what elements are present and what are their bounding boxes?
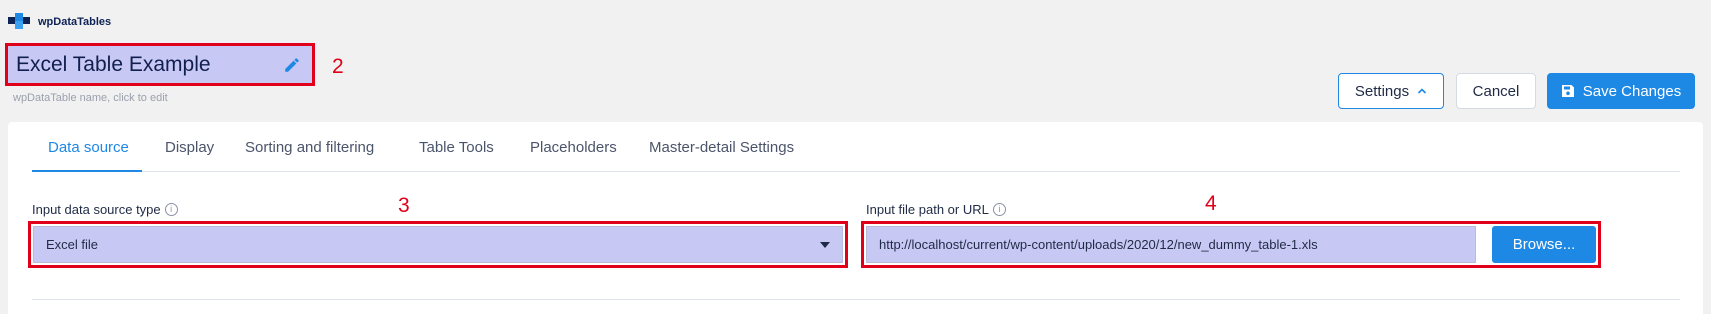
table-title[interactable]: Excel Table Example bbox=[16, 53, 282, 77]
settings-button[interactable]: Settings bbox=[1338, 73, 1444, 109]
divider bbox=[32, 299, 1680, 300]
pencil-icon[interactable] bbox=[282, 55, 302, 75]
data-source-type-value: Excel file bbox=[46, 237, 99, 252]
data-source-type-highlight: Excel file bbox=[28, 221, 848, 268]
cancel-button-label: Cancel bbox=[1472, 82, 1520, 100]
info-icon[interactable]: i bbox=[164, 203, 178, 216]
annotation-marker-3: 3 bbox=[398, 194, 410, 217]
file-path-label: Input file path or URL i bbox=[866, 202, 1006, 217]
save-icon bbox=[1561, 85, 1574, 97]
annotation-marker-2: 2 bbox=[332, 55, 344, 78]
file-path-input[interactable]: http://localhost/current/wp-content/uplo… bbox=[866, 226, 1476, 263]
data-source-type-label: Input data source type i bbox=[32, 202, 178, 217]
tab-master-detail-settings[interactable]: Master-detail Settings bbox=[649, 139, 794, 156]
tab-sorting-and-filtering[interactable]: Sorting and filtering bbox=[245, 139, 374, 156]
browse-button[interactable]: Browse... bbox=[1492, 226, 1596, 263]
info-icon[interactable]: i bbox=[992, 203, 1006, 216]
tab-table-tools[interactable]: Table Tools bbox=[419, 139, 494, 156]
annotation-marker-4: 4 bbox=[1205, 192, 1217, 215]
cancel-button[interactable]: Cancel bbox=[1456, 73, 1536, 109]
settings-panel: Data source Display Sorting and filterin… bbox=[8, 122, 1703, 314]
data-source-type-label-text: Input data source type bbox=[32, 202, 161, 217]
save-changes-button[interactable]: Save Changes bbox=[1547, 73, 1695, 109]
tab-data-source[interactable]: Data source bbox=[48, 139, 129, 156]
file-path-highlight: http://localhost/current/wp-content/uplo… bbox=[861, 221, 1601, 268]
file-path-label-text: Input file path or URL bbox=[866, 202, 989, 217]
chevron-up-icon bbox=[1418, 88, 1427, 94]
dropdown-caret-icon bbox=[820, 241, 830, 248]
active-tab-indicator bbox=[32, 170, 142, 172]
tab-display[interactable]: Display bbox=[165, 139, 214, 156]
data-source-type-select[interactable]: Excel file bbox=[33, 226, 843, 263]
tab-bar: Data source Display Sorting and filterin… bbox=[32, 122, 1680, 172]
title-hint: wpDataTable name, click to edit bbox=[13, 92, 168, 104]
wpdatatables-logo-icon bbox=[8, 13, 30, 31]
settings-button-label: Settings bbox=[1354, 82, 1410, 100]
save-changes-label: Save Changes bbox=[1582, 82, 1682, 100]
tab-placeholders[interactable]: Placeholders bbox=[530, 139, 617, 156]
brand: wpDataTables bbox=[8, 13, 111, 31]
table-title-editor[interactable]: Excel Table Example bbox=[5, 43, 315, 86]
brand-name: wpDataTables bbox=[38, 16, 112, 28]
